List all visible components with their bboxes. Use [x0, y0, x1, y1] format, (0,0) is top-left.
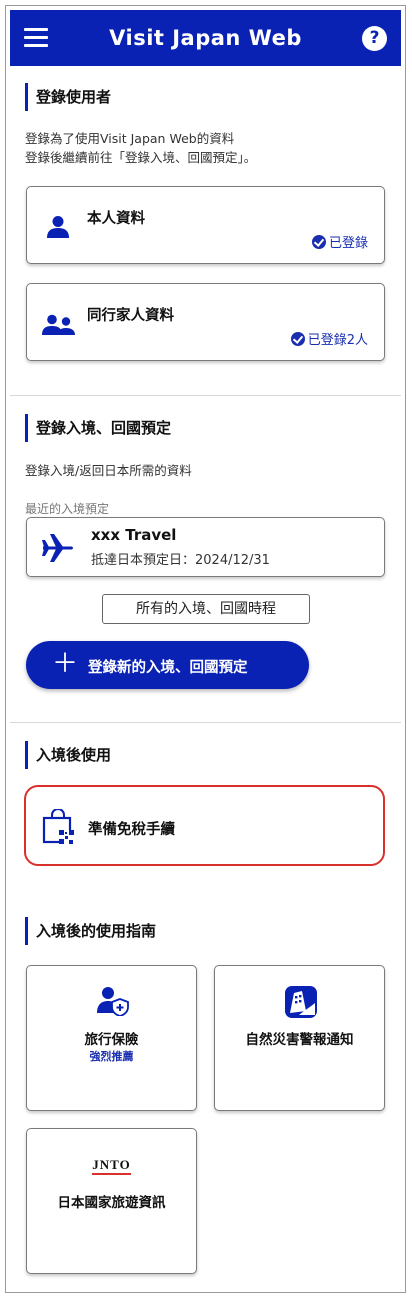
disaster-alert-label: 自然災害警報通知	[245, 1032, 354, 1048]
travel-insurance-tile[interactable]: 旅行保險 強烈推薦	[26, 965, 197, 1111]
airplane-icon	[42, 534, 73, 562]
self-info-status-text: 已登錄	[328, 236, 368, 251]
check-circle-icon	[290, 331, 305, 346]
section-title-trip: 登錄入境、回國預定	[25, 414, 171, 442]
trip-arrival-date: 抵達日本預定日：2024/12/31	[91, 553, 270, 568]
trip-description: 登錄入境/返回日本所需的資料	[25, 463, 192, 478]
app-frame: Visit Japan Web ? 登錄使用者 登錄為了使用Visit Japa…	[5, 5, 406, 1293]
users-description-line1: 登錄為了使用Visit Japan Web的資料	[25, 131, 235, 146]
travel-insurance-label: 旅行保險	[84, 1032, 139, 1048]
check-circle-icon	[311, 234, 326, 249]
recent-trip-card[interactable]: xxx Travel 抵達日本預定日：2024/12/31	[26, 517, 385, 577]
section-title-users: 登錄使用者	[25, 83, 111, 111]
insurance-person-shield-icon	[97, 987, 129, 1016]
section-divider	[10, 722, 401, 723]
hamburger-menu-icon[interactable]	[24, 28, 48, 48]
section-title-after-entry: 入境後使用	[25, 741, 111, 769]
new-trip-button-label: 登錄新的入境、回國預定	[88, 660, 248, 676]
jnto-logo-text: JNTO	[92, 1157, 131, 1175]
person-icon	[47, 216, 69, 238]
self-info-label: 本人資料	[87, 211, 145, 227]
self-info-status: 已登錄	[311, 232, 368, 251]
help-icon[interactable]: ?	[362, 26, 387, 51]
jnto-info-tile[interactable]: JNTO 日本國家旅遊資訊	[26, 1128, 197, 1274]
jnto-logo: JNTO	[27, 1154, 196, 1175]
disaster-alert-tile[interactable]: 自然災害警報通知	[214, 965, 385, 1111]
disaster-alert-icon	[285, 986, 317, 1018]
family-info-label: 同行家人資料	[87, 308, 174, 324]
plus-icon: ＋	[52, 649, 79, 679]
tax-free-label: 準備免稅手續	[88, 822, 175, 838]
family-info-status: 已登錄2人	[290, 329, 368, 348]
jnto-info-label: 日本國家旅遊資訊	[57, 1195, 166, 1211]
trip-name: xxx Travel	[91, 526, 177, 544]
all-trips-button[interactable]: 所有的入境、回國時程	[102, 594, 310, 624]
tax-free-card[interactable]: 準備免稅手續	[24, 785, 385, 866]
recent-trip-label: 最近的入境預定	[25, 502, 110, 516]
self-info-card[interactable]: 本人資料 已登錄	[26, 186, 385, 264]
app-title: Visit Japan Web	[109, 26, 302, 50]
users-description-line2: 登錄後繼續前往「登錄入境、回國預定」。	[25, 150, 257, 165]
family-info-status-text: 已登錄2人	[307, 333, 368, 348]
tax-free-bag-qr-icon	[42, 809, 74, 844]
travel-insurance-badge: 強烈推薦	[89, 1050, 134, 1063]
family-icon	[42, 314, 75, 335]
section-divider	[10, 395, 401, 396]
section-title-guide: 入境後的使用指南	[25, 917, 156, 945]
app-header: Visit Japan Web ?	[10, 10, 401, 66]
family-info-card[interactable]: 同行家人資料 已登錄2人	[26, 283, 385, 361]
new-trip-button[interactable]: ＋ 登錄新的入境、回國預定	[26, 641, 309, 689]
